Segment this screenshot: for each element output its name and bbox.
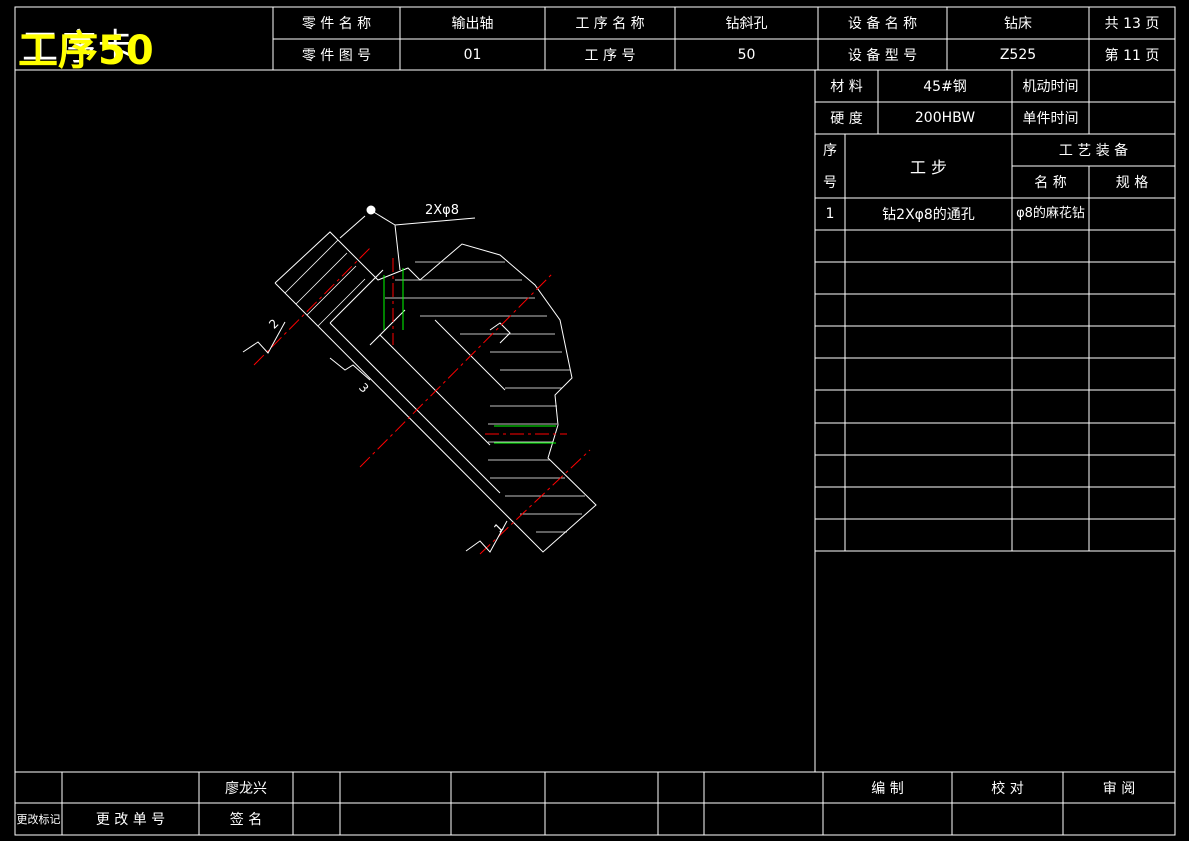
compile-label: 编 制 — [871, 780, 904, 797]
process-no-label: 工 序 号 — [584, 47, 636, 64]
page-number: 第 11 页 — [1104, 47, 1160, 64]
tool-name-label: 名 称 — [1034, 175, 1067, 191]
step-no: 1 — [825, 206, 835, 222]
check-label: 校 对 — [991, 780, 1024, 797]
sign-label: 签 名 — [229, 812, 263, 828]
tool-spec-label: 规 格 — [1115, 175, 1149, 191]
designer-name: 廖龙兴 — [225, 780, 267, 797]
total-pages: 共 13 页 — [1104, 16, 1160, 32]
part-drawing-label: 零 件 图 号 — [301, 47, 372, 64]
material-value: 45#钢 — [923, 79, 967, 95]
tool-name: φ8的麻花钻 — [1016, 206, 1085, 221]
tool-spec — [1089, 198, 1175, 230]
hole-callout: 2Xφ8 — [425, 202, 460, 218]
machine-time-label: 机动时间 — [1022, 79, 1079, 95]
step-label: 工 步 — [909, 158, 948, 177]
change-mark-label: 更改标记 — [16, 812, 61, 826]
change-no-label: 更 改 单 号 — [95, 812, 166, 828]
process-name-value: 钻斜孔 — [725, 16, 768, 32]
hardness-label: 硬 度 — [830, 111, 863, 127]
machine-time-value — [1089, 70, 1175, 102]
equip-name-label: 设 备 名 称 — [847, 16, 918, 32]
equipment-label: 工 艺 装 备 — [1058, 143, 1129, 159]
review-label: 审 阅 — [1102, 780, 1136, 797]
part-name-label: 零 件 名 称 — [301, 16, 372, 32]
unit-time-value — [1089, 102, 1175, 134]
equip-model-label: 设 备 型 号 — [847, 47, 918, 64]
equip-model-value: Z525 — [999, 46, 1037, 63]
part-name-value: 输出轴 — [451, 16, 494, 32]
step-description: 钻2Xφ8的通孔 — [882, 207, 975, 223]
part-drawing — [242, 205, 597, 555]
material-label: 材 料 — [830, 79, 863, 95]
hardness-value: 200HBW — [914, 110, 976, 126]
seq-label-bottom: 号 — [823, 175, 837, 191]
unit-time-label: 单件时间 — [1022, 111, 1079, 127]
process-overlay-title: 工序50 — [18, 28, 154, 74]
equip-name-value: 钻床 — [1004, 16, 1032, 32]
part-drawing-value: 01 — [463, 46, 482, 63]
process-no-value: 50 — [737, 46, 756, 63]
process-name-label: 工 序 名 称 — [575, 16, 645, 32]
seq-label-top: 序 — [823, 143, 837, 159]
